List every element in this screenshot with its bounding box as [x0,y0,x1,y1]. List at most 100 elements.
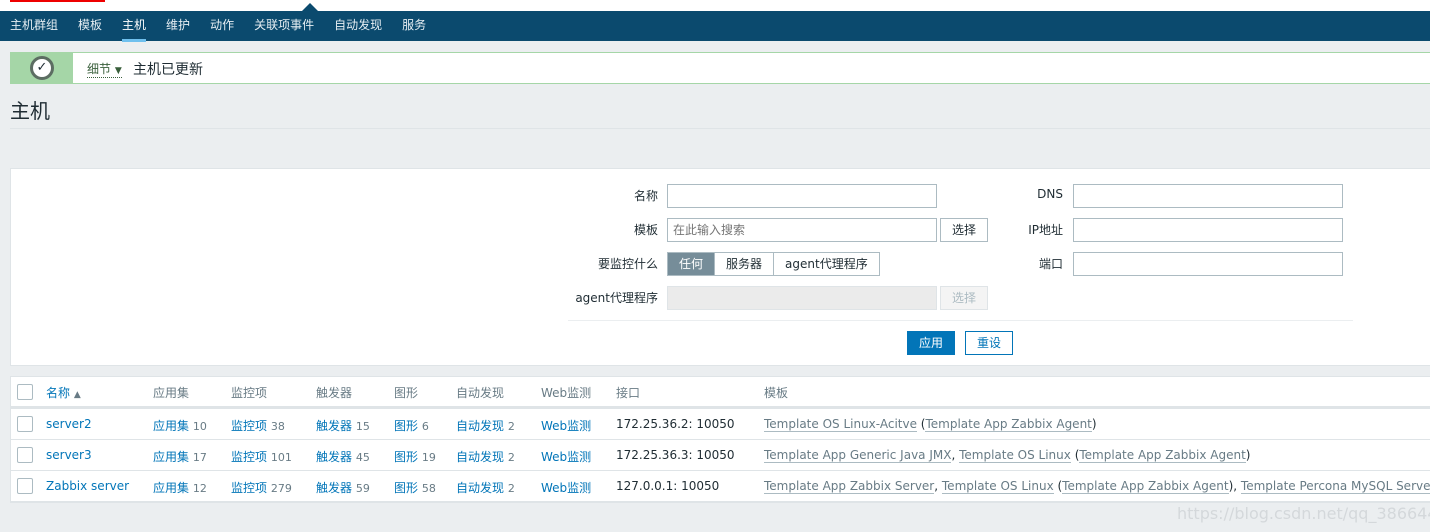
template-link[interactable]: Template OS Linux-Acitve [764,417,917,432]
host-name-link[interactable]: server3 [46,448,92,462]
triggers-link[interactable]: 触发器 [316,419,352,433]
items-link[interactable]: 监控项 [231,450,267,464]
monitor-option-proxy[interactable]: agent代理程序 [773,253,879,275]
monitor-label: 要监控什么 [597,257,658,271]
graphs-link[interactable]: 图形 [394,481,418,495]
nav-item[interactable]: 动作 [210,11,234,41]
parent-template-link[interactable]: Template App Zabbix Agent [925,417,1092,432]
template-input[interactable] [667,218,937,242]
discovery-count: 2 [507,451,515,464]
interface: 172.25.36.3: 10050 [616,448,735,462]
applications-count: 17 [192,451,207,464]
items-count: 38 [270,420,285,433]
nav-item[interactable]: 服务 [402,11,426,41]
row-checkbox[interactable] [17,478,33,494]
host-name-link[interactable]: Zabbix server [46,479,129,493]
divider [10,128,1430,129]
table-header: 名称 ▲ 应用集 监控项 触发器 图形 自动发现 Web监测 接口 模板 [11,377,1430,408]
templates-cell: Template OS Linux-Acitve (Template App Z… [764,417,1097,432]
filter-panel: 名称 模板 选择 要监控什么 任何 服务器 agent代理程序 agent代理程… [10,168,1430,366]
dns-label: DNS [1037,187,1063,201]
row-checkbox[interactable] [17,416,33,432]
items-cell: 监控项 101 [231,448,292,465]
template-link[interactable]: Template App Generic Java JMX [764,448,952,463]
items-count: 279 [270,482,292,495]
discovery-count: 2 [507,482,515,495]
hosts-table: 名称 ▲ 应用集 监控项 触发器 图形 自动发现 Web监测 接口 模板 ser… [10,376,1430,503]
applications-cell: 应用集 17 [153,448,207,465]
filter-divider [568,320,1353,321]
web-link[interactable]: Web监测 [541,479,591,496]
template-link[interactable]: Template App Zabbix Server [764,479,935,494]
reset-button[interactable]: 重设 [965,331,1013,355]
main-nav: 主机群组 模板 主机 维护 动作 关联项事件 自动发现 服务 [0,11,1430,42]
monitor-option-server[interactable]: 服务器 [714,253,773,275]
discovery-count: 2 [507,420,515,433]
web-link[interactable]: Web监测 [541,417,591,434]
parent-template-link[interactable]: Template App Zabbix Agent [1062,479,1229,494]
header-triggers: 触发器 [316,386,353,400]
triggers-cell: 触发器 45 [316,448,370,465]
port-input[interactable] [1073,252,1343,276]
row-checkbox[interactable] [17,447,33,463]
details-toggle[interactable]: 细节 ▼ [87,60,122,78]
items-link[interactable]: 监控项 [231,419,267,433]
header-discovery: 自动发现 [456,386,505,400]
nav-item[interactable]: 模板 [78,11,102,41]
triggers-cell: 触发器 15 [316,417,370,434]
templates-cell: Template App Zabbix Server, Template OS … [764,479,1430,494]
sort-asc-icon: ▲ [73,390,81,400]
caret-down-icon: ▼ [114,66,122,76]
dns-input[interactable] [1073,184,1343,208]
header-interface: 接口 [616,386,641,400]
template-link[interactable]: Template Percona MySQL Server [1240,479,1430,494]
proxy-select-button: 选择 [940,286,988,310]
details-label: 细节 [87,62,112,76]
table-row: server2 应用集 10 监控项 38 触发器 15 图形 6 自动发现 2 Web监测… [11,408,1430,440]
ip-input[interactable] [1073,218,1343,242]
menu-caret-icon [302,3,318,11]
nav-item[interactable]: 维护 [166,11,190,41]
apply-button[interactable]: 应用 [907,331,955,355]
discovery-link[interactable]: 自动发现 [456,481,504,495]
triggers-count: 59 [355,482,370,495]
nav-item[interactable]: 主机群组 [10,11,58,41]
header-name[interactable]: 名称 ▲ [46,384,81,401]
watermark: https://blog.csdn.net/qq_38664479 [1177,504,1430,523]
select-all-checkbox[interactable] [17,384,33,400]
nav-item[interactable]: 自动发现 [334,11,382,41]
port-label: 端口 [1038,257,1063,271]
name-label: 名称 [633,189,658,203]
host-name-link[interactable]: server2 [46,417,92,431]
discovery-link[interactable]: 自动发现 [456,419,504,433]
message-icon-area: ✓ [11,53,73,83]
applications-count: 10 [192,420,207,433]
items-link[interactable]: 监控项 [231,481,267,495]
table-row: Zabbix server 应用集 12 监控项 279 触发器 59 图形 58 自动发… [11,470,1430,502]
success-message: ✓ 细节 ▼ 主机已更新 [10,52,1430,84]
parent-template-link[interactable]: Template App Zabbix Agent [1079,448,1246,463]
table-row: server3 应用集 17 监控项 101 触发器 45 图形 19 自动发现 2 Web… [11,439,1430,471]
triggers-link[interactable]: 触发器 [316,481,352,495]
nav-item[interactable]: 主机 [122,11,147,42]
header-name-label: 名称 [46,386,71,400]
monitor-option-any[interactable]: 任何 [668,253,715,275]
triggers-link[interactable]: 触发器 [316,450,352,464]
applications-link[interactable]: 应用集 [153,481,189,495]
template-link[interactable]: Template OS Linux [941,479,1054,494]
template-link[interactable]: Template OS Linux [959,448,1071,463]
graphs-link[interactable]: 图形 [394,450,418,464]
web-link[interactable]: Web监测 [541,448,591,465]
header-templates: 模板 [764,386,789,400]
header-items: 监控项 [231,386,268,400]
nav-item[interactable]: 关联项事件 [254,11,314,41]
triggers-count: 45 [355,451,370,464]
applications-link[interactable]: 应用集 [153,419,189,433]
name-input[interactable] [667,184,937,208]
message-text: 主机已更新 [133,62,203,78]
graphs-link[interactable]: 图形 [394,419,418,433]
discovery-link[interactable]: 自动发现 [456,450,504,464]
proxy-label: agent代理程序 [575,291,658,305]
templates-cell: Template App Generic Java JMX, Template … [764,448,1251,463]
applications-link[interactable]: 应用集 [153,450,189,464]
